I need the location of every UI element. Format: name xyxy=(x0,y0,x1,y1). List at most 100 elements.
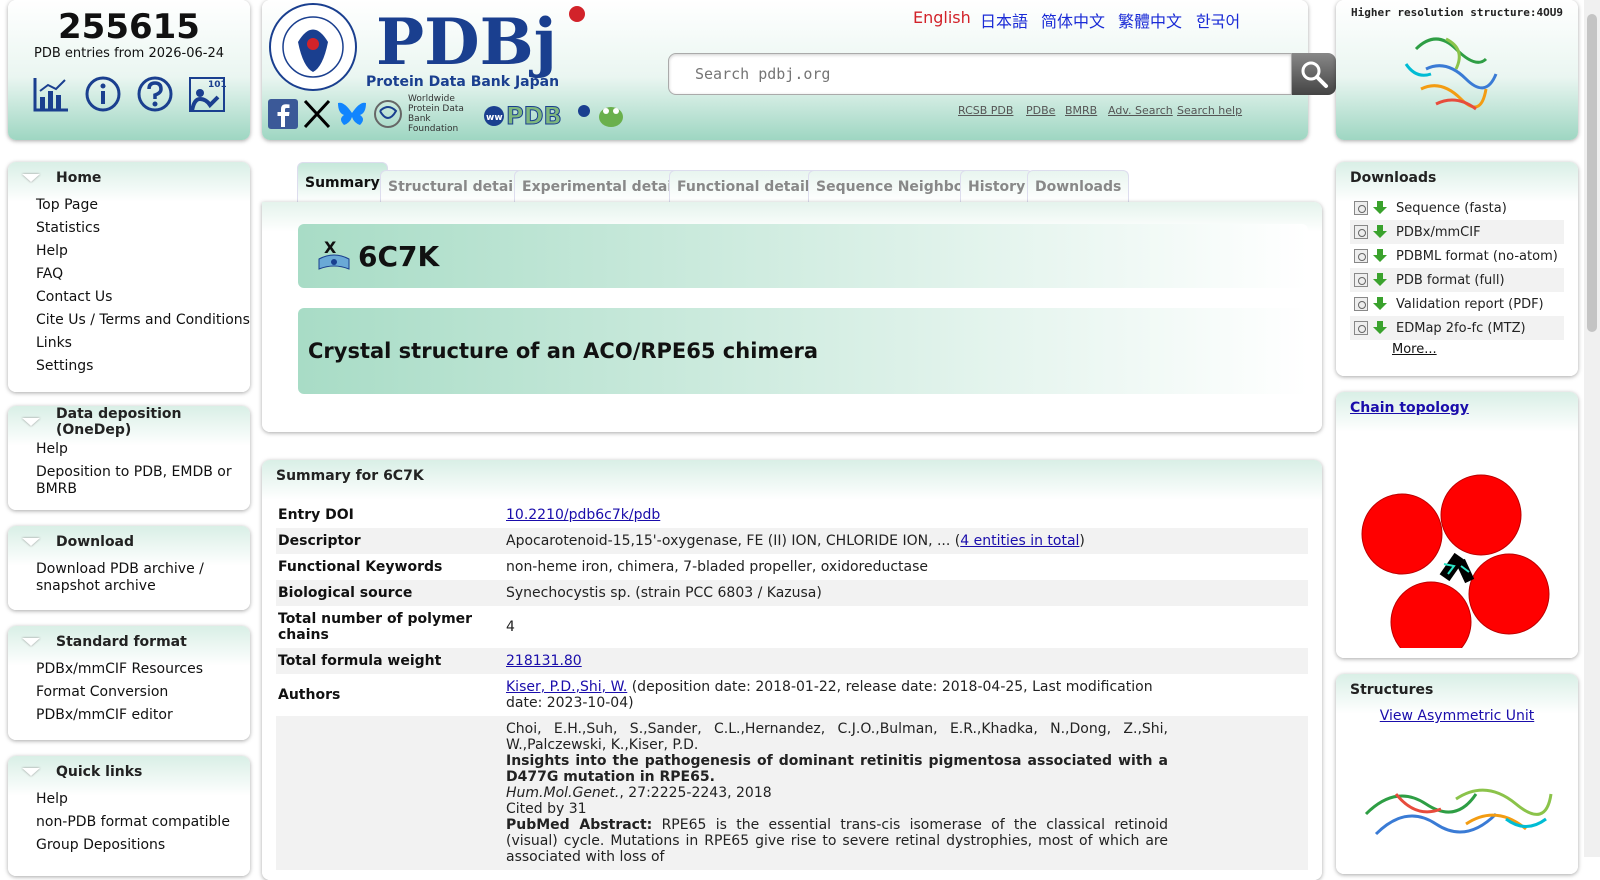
menu-deposition-header[interactable]: Data deposition (OneDep) xyxy=(8,406,250,438)
menu-cite-us[interactable]: Cite Us / Terms and Conditions xyxy=(8,309,250,332)
help-icon[interactable] xyxy=(136,75,174,113)
menu-group-depositions[interactable]: Group Depositions xyxy=(8,834,250,857)
chain-domain-circle xyxy=(1390,581,1472,663)
scrollbar-thumb[interactable] xyxy=(1587,14,1597,332)
menu-download-archive[interactable]: Download PDB archive / snapshot archive xyxy=(8,558,250,598)
tab-downloads[interactable]: Downloads xyxy=(1027,170,1130,202)
chain-topology-link[interactable]: Chain topology xyxy=(1350,400,1469,416)
pdbj-logo[interactable]: PDBj Protein Data Bank Japan xyxy=(268,2,598,92)
download-item[interactable]: PDBML format (no-atom) xyxy=(1350,244,1564,268)
downloads-more-link[interactable]: More... xyxy=(1392,342,1578,357)
download-item[interactable]: PDB format (full) xyxy=(1350,268,1564,292)
download-arrow-icon[interactable] xyxy=(1372,272,1388,288)
weight-link[interactable]: 218131.80 xyxy=(506,653,582,669)
tab-functional-details[interactable]: Functional details xyxy=(669,170,826,202)
menu-non-pdb-format[interactable]: non-PDB format compatible xyxy=(8,811,250,834)
higher-resolution-structure-image[interactable] xyxy=(1336,19,1578,119)
higher-resolution-panel: Higher resolution structure:4OU9 xyxy=(1336,0,1578,140)
download-arrow-icon[interactable] xyxy=(1372,248,1388,264)
link-search-help[interactable]: Search help xyxy=(1177,104,1242,117)
search-button[interactable] xyxy=(1292,53,1336,95)
tab-structural-details[interactable]: Structural details xyxy=(380,170,535,202)
tab-sequence-neighbor[interactable]: Sequence Neighbor xyxy=(808,170,979,202)
chain-topology-diagram[interactable] xyxy=(1336,426,1578,663)
keywords-label: Functional Keywords xyxy=(278,559,443,575)
tab-history[interactable]: History xyxy=(960,170,1034,202)
table-row: Descriptor Apocarotenoid-15,15'-oxygenas… xyxy=(276,528,1308,554)
descriptor-text: Apocarotenoid-15,15'-oxygenase, FE (II) … xyxy=(506,533,961,549)
menu-quick-links: Quick links Help non-PDB format compatib… xyxy=(8,756,250,876)
pubmed-abstract-label: PubMed Abstract: xyxy=(506,817,653,833)
entry-count: 255615 xyxy=(58,7,200,47)
download-item[interactable]: Sequence (fasta) xyxy=(1350,196,1564,220)
entities-link[interactable]: 4 entities in total xyxy=(960,533,1079,549)
menu-pdbx-resources[interactable]: PDBx/mmCIF Resources xyxy=(8,658,250,681)
view-icon[interactable] xyxy=(1354,201,1368,215)
download-arrow-icon[interactable] xyxy=(1372,320,1388,336)
entry-doi-link[interactable]: 10.2210/pdb6c7k/pdb xyxy=(506,507,660,523)
structure-preview-image[interactable] xyxy=(1336,724,1578,844)
menu-download-header[interactable]: Download xyxy=(8,526,250,558)
menu-statistics[interactable]: Statistics xyxy=(8,217,250,240)
menu-settings[interactable]: Settings xyxy=(8,355,250,378)
search-input[interactable] xyxy=(668,53,1292,95)
link-bmrb[interactable]: BMRB xyxy=(1065,104,1097,117)
download-arrow-icon[interactable] xyxy=(1372,200,1388,216)
menu-deposition-help[interactable]: Help xyxy=(8,438,250,461)
menu-help[interactable]: Help xyxy=(8,240,250,263)
menu-pdbx-editor[interactable]: PDBx/mmCIF editor xyxy=(8,704,250,727)
x-icon[interactable] xyxy=(302,99,332,129)
link-adv-search[interactable]: Adv. Search xyxy=(1108,104,1173,117)
view-asymmetric-unit-link[interactable]: View Asymmetric Unit xyxy=(1380,708,1535,724)
menu-home-header[interactable]: Home xyxy=(8,162,250,194)
info-icon[interactable] xyxy=(84,75,122,113)
menu-download: Download Download PDB archive / snapshot… xyxy=(8,526,250,610)
menu-faq[interactable]: FAQ xyxy=(8,263,250,286)
summary-heading: Summary for 6C7K xyxy=(276,468,424,484)
structures-title: Structures xyxy=(1350,682,1434,698)
menu-data-deposition: Data deposition (OneDep) Help Deposition… xyxy=(8,406,250,510)
view-icon[interactable] xyxy=(1354,297,1368,311)
lang-korean[interactable]: 한국어 xyxy=(1196,8,1240,32)
wwpdb-logo[interactable]: ww PDB xyxy=(482,99,592,129)
chain-domain-circle xyxy=(1361,493,1443,575)
download-item[interactable]: Validation report (PDF) xyxy=(1350,292,1564,316)
download-item[interactable]: EDMap 2fo-fc (MTZ) xyxy=(1350,316,1564,340)
authors-link[interactable]: Kiser, P.D.,Shi, W. xyxy=(506,679,627,695)
bluesky-icon[interactable] xyxy=(336,99,368,129)
table-row: Total number of polymer chains 4 xyxy=(276,606,1308,648)
link-pdbe[interactable]: PDBe xyxy=(1026,104,1055,117)
menu-format-conversion[interactable]: Format Conversion xyxy=(8,681,250,704)
menu-quick-links-header[interactable]: Quick links xyxy=(8,756,250,788)
tab-experimental-details[interactable]: Experimental details xyxy=(514,170,694,202)
menu-links[interactable]: Links xyxy=(8,332,250,355)
page-scrollbar[interactable] xyxy=(1584,0,1600,857)
menu-standard-format-header[interactable]: Standard format xyxy=(8,626,250,658)
download-item[interactable]: PDBx/mmCIF xyxy=(1350,220,1564,244)
tab-summary[interactable]: Summary xyxy=(297,162,388,202)
lang-english[interactable]: English xyxy=(913,8,971,27)
view-icon[interactable] xyxy=(1354,225,1368,239)
citation-authors: Choi, E.H.,Suh, S.,Sander, C.L.,Hernande… xyxy=(506,721,1168,753)
menu-contact-us[interactable]: Contact Us xyxy=(8,286,250,309)
pdb101-icon[interactable]: 101 xyxy=(188,75,226,113)
svg-text:PDBj: PDBj xyxy=(376,5,557,80)
entry-id: 6C7K xyxy=(358,239,440,273)
view-icon[interactable] xyxy=(1354,249,1368,263)
view-icon[interactable] xyxy=(1354,273,1368,287)
link-rcsb-pdb[interactable]: RCSB PDB xyxy=(958,104,1013,117)
view-icon[interactable] xyxy=(1354,321,1368,335)
menu-deposition-link[interactable]: Deposition to PDB, EMDB or BMRB xyxy=(8,461,250,501)
lang-japanese[interactable]: 日本語 xyxy=(980,8,1028,32)
download-arrow-icon[interactable] xyxy=(1372,296,1388,312)
entry-count-date: PDB entries from 2026-06-24 xyxy=(33,46,225,61)
wwpdb-foundation-logo[interactable] xyxy=(372,99,404,129)
menu-top-page[interactable]: Top Page xyxy=(8,194,250,217)
menu-quick-help[interactable]: Help xyxy=(8,788,250,811)
statistics-chart-icon[interactable] xyxy=(32,75,70,113)
lang-simplified-chinese[interactable]: 简体中文 xyxy=(1041,8,1105,32)
download-arrow-icon[interactable] xyxy=(1372,224,1388,240)
facebook-icon[interactable] xyxy=(268,99,298,129)
lang-traditional-chinese[interactable]: 繁體中文 xyxy=(1118,8,1182,32)
higher-resolution-title[interactable]: Higher resolution structure:4OU9 xyxy=(1336,6,1578,19)
